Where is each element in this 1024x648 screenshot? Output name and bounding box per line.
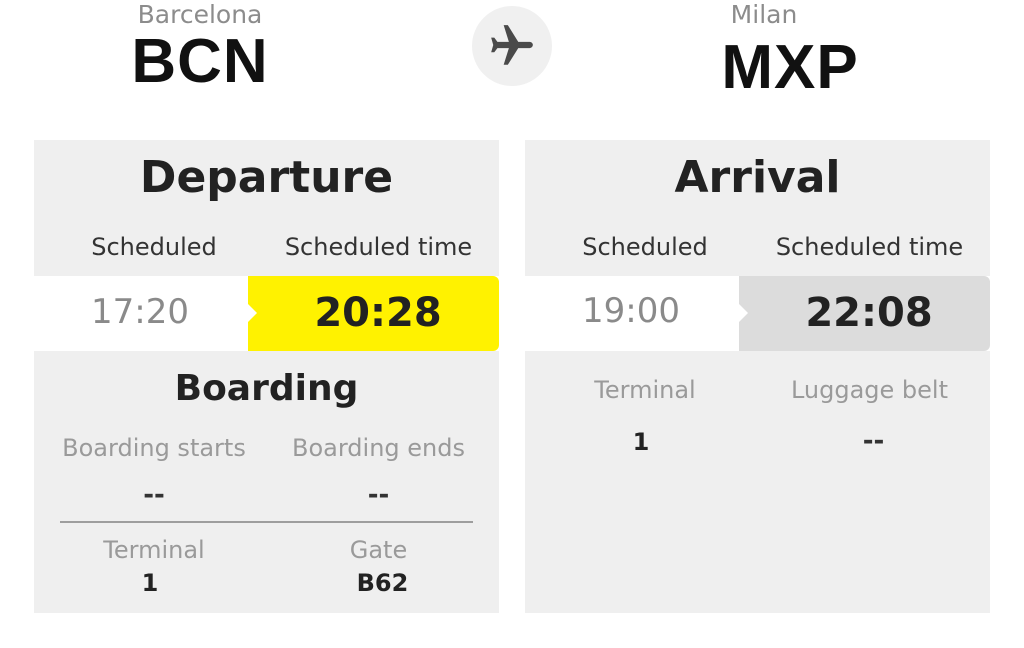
arrival-scheduled-value: 19:00 [582,291,680,331]
origin-code: BCN [131,27,269,96]
boarding-ends-label: Boarding ends [292,434,465,462]
destination-city: Milan [730,0,798,29]
departure-terminal-value: 1 [141,569,159,597]
departure-scheduled-time-label: Scheduled time [284,233,473,261]
boarding-title: Boarding [174,368,359,409]
boarding-starts-label: Boarding starts [62,434,246,462]
arrival-time-highlight: 22:08 [738,276,990,351]
departure-terminal-label: Terminal [103,536,205,564]
arrival-time-row: 19:00 22:08 [525,276,990,351]
origin-city: Barcelona [137,0,263,29]
departure-scheduled-label: Scheduled [91,233,217,261]
luggage-belt-label: Luggage belt [790,376,949,404]
gate-label: Gate [349,536,408,564]
arrival-scheduled-label: Scheduled [582,233,708,261]
departure-time-row: 17:20 20:28 [34,276,499,351]
boarding-starts-value: -- [143,480,165,510]
gate-value: B62 [356,569,409,597]
airplane-icon [472,6,552,86]
boarding-divider [60,521,473,523]
boarding-ends-value: -- [367,480,390,510]
departure-scheduled-time-value: 20:28 [314,290,442,336]
departure-card: Departure Scheduled Scheduled time 17:20… [34,140,499,613]
arrival-terminal-label: Terminal [594,376,696,404]
arrival-card: Arrival Scheduled Scheduled time 19:00 2… [525,140,990,613]
arrival-terminal-value: 1 [632,428,650,456]
arrival-scheduled-time-label: Scheduled time [775,233,964,261]
arrival-title: Arrival [674,152,841,203]
arrival-scheduled-time-value: 22:08 [805,290,933,336]
departure-title: Departure [139,152,394,203]
departure-time-highlight: 20:28 [247,276,499,351]
luggage-belt-value: -- [862,426,885,456]
destination-code: MXP [721,33,859,102]
departure-scheduled-value: 17:20 [91,292,189,332]
